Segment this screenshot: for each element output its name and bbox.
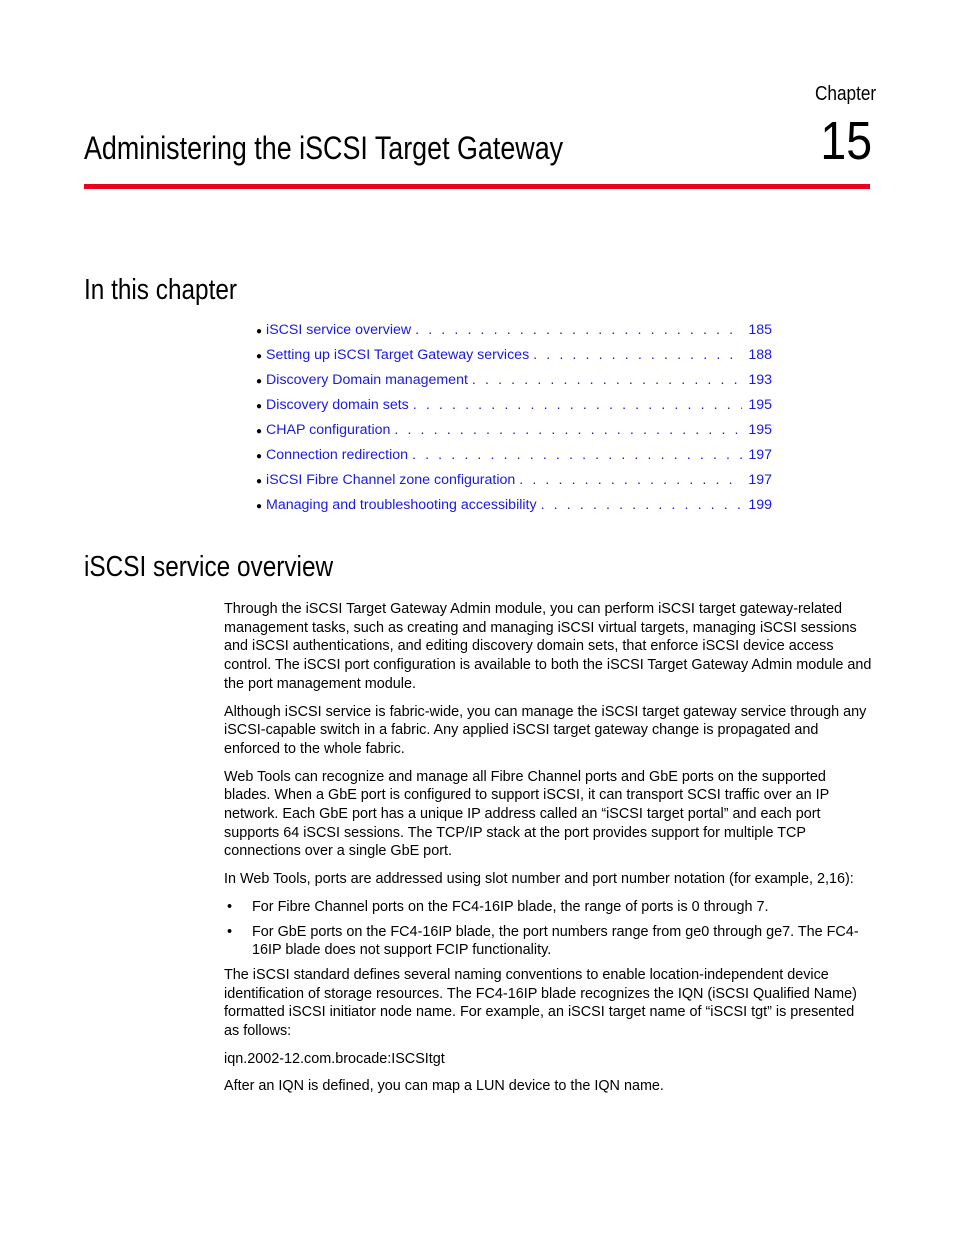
toc-page[interactable]: 195 — [748, 397, 772, 413]
toc-leader — [412, 447, 742, 463]
in-this-chapter-heading: In this chapter — [84, 274, 238, 306]
toc-page[interactable]: 185 — [748, 322, 772, 338]
bullet-icon: • — [227, 923, 233, 940]
bullet-icon: ● — [256, 476, 263, 487]
bullet-list: • For Fibre Channel ports on the FC4-16IP… — [224, 898, 872, 960]
toc-link[interactable]: Discovery domain sets — [266, 397, 409, 413]
bullet-icon: ● — [256, 501, 263, 512]
chapter-title: Administering the iSCSI Target Gateway — [84, 130, 564, 166]
paragraph: After an IQN is defined, you can map a L… — [224, 1078, 664, 1095]
bullet-icon: • — [227, 898, 233, 915]
toc-item[interactable]: ●iSCSI service overview 185 — [256, 322, 772, 347]
toc-leader — [413, 397, 743, 413]
paragraph: Although iSCSI service is fabric-wide, y… — [224, 703, 867, 757]
paragraph: In Web Tools, ports are addressed using … — [224, 871, 854, 888]
toc-page[interactable]: 195 — [748, 422, 772, 438]
toc-item[interactable]: ● Setting up iSCSI Target Gateway service… — [256, 347, 772, 372]
toc-link[interactable]: CHAP configuration — [266, 422, 390, 438]
chapter-number: 15 — [820, 111, 872, 171]
toc-item[interactable]: ●Discovery domain sets 195 — [256, 397, 772, 422]
paragraph: The iSCSI standard defines several namin… — [224, 966, 857, 1040]
paragraph: Through the iSCSI Target Gateway Admin m… — [224, 601, 872, 692]
toc-link[interactable]: Setting up iSCSI Target Gateway services — [266, 347, 529, 363]
toc-page[interactable]: 188 — [748, 347, 772, 363]
code-example: iqn.2002-12.com.brocade:ISCSItgt — [224, 1050, 445, 1067]
title-rule — [84, 184, 870, 189]
bullet-icon: ● — [256, 426, 263, 437]
toc-item[interactable]: ●Discovery Domain management 193 — [256, 372, 772, 397]
chapter-toc: ●iSCSI service overview185 ●Setting up i… — [256, 322, 772, 522]
toc-link[interactable]: Discovery Domain management — [266, 372, 468, 388]
toc-page[interactable]: 197 — [748, 447, 772, 463]
toc-item[interactable]: ●iSCSI Fibre Channel zone configuration 1… — [256, 472, 772, 497]
toc-leader — [415, 322, 742, 338]
toc-leader — [394, 422, 742, 438]
toc-page[interactable]: 193 — [748, 372, 772, 388]
chapter-label: Chapter — [814, 83, 876, 105]
bullet-icon: ● — [256, 401, 263, 412]
bullet-icon: ● — [256, 351, 263, 362]
toc-leader — [541, 497, 743, 513]
bullet-icon: ● — [256, 376, 263, 387]
toc-link[interactable]: iSCSI Fibre Channel zone configuration — [266, 472, 515, 488]
list-item-text: For GbE ports on the FC4-16IP blade, the… — [252, 923, 859, 959]
bullet-icon: ● — [256, 326, 263, 337]
list-item-text: For Fibre Channel ports on the FC4-16IP … — [252, 898, 769, 915]
toc-leader — [472, 372, 742, 388]
toc-page[interactable]: 197 — [748, 472, 772, 488]
toc-item[interactable]: ●Connection redirection 197 — [256, 447, 772, 472]
toc-item[interactable]: ●CHAP configuration 195 — [256, 422, 772, 447]
paragraph: Web Tools can recognize and manage all F… — [224, 768, 829, 860]
toc-link[interactable]: Managing and troubleshooting accessibili… — [266, 497, 537, 513]
list-item: • For GbE ports on the FC4-16IP blade, th… — [224, 923, 872, 960]
section-body: Through the iSCSI Target Gateway Admin m… — [224, 600, 872, 1105]
section-heading: iSCSI service overview — [84, 551, 334, 583]
toc-link[interactable]: Connection redirection — [266, 447, 408, 463]
list-item: • For Fibre Channel ports on the FC4-16IP… — [224, 898, 872, 917]
toc-item[interactable]: ● Managing and troubleshooting accessibil… — [256, 497, 772, 522]
toc-page[interactable]: 199 — [748, 497, 772, 513]
toc-leader — [533, 347, 742, 363]
toc-link[interactable]: iSCSI service overview — [266, 322, 411, 338]
bullet-icon: ● — [256, 451, 263, 462]
toc-leader — [519, 472, 742, 488]
